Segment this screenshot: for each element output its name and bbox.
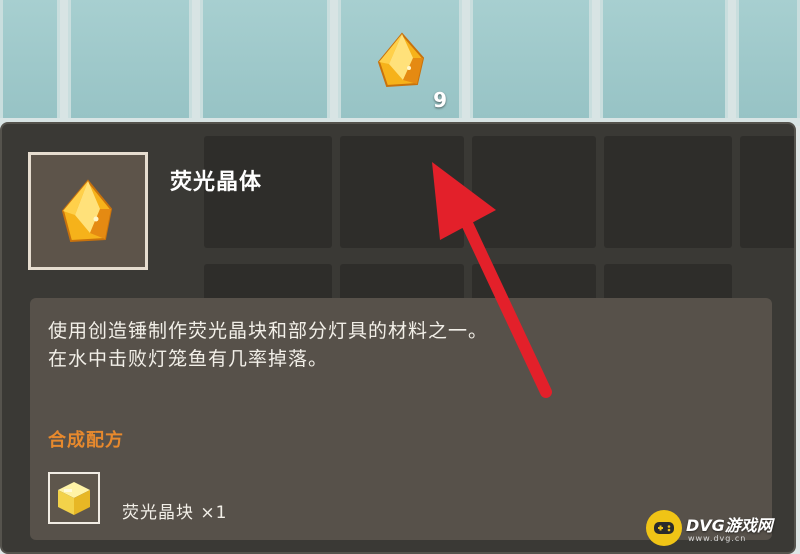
background-slot	[340, 136, 464, 248]
fluorescent-crystal-icon	[61, 179, 113, 243]
recipe-result-icon[interactable]	[48, 472, 100, 524]
inventory-slot[interactable]	[600, 0, 728, 118]
fluorescent-crystal-icon	[377, 32, 425, 88]
description-line: 在水中击败灯笼鱼有几率掉落。	[48, 348, 329, 370]
watermark-brand: DVG游戏网	[686, 516, 773, 535]
background-slot	[604, 136, 732, 248]
inventory-slot[interactable]	[68, 0, 192, 118]
item-tooltip-panel: 荧光晶体 使用创造锤制作荧光晶块和部分灯具的材料之一。 在水中击败灯笼鱼有几率掉…	[0, 122, 796, 554]
inventory-slot-crystal[interactable]: 9	[338, 0, 462, 118]
item-name: 荧光晶体	[170, 170, 263, 195]
recipe-result-label: 荧光晶块 ×1	[122, 503, 228, 523]
fluorescent-block-icon	[58, 482, 90, 515]
inventory-slot[interactable]	[470, 0, 592, 118]
gamepad-logo-icon	[646, 510, 682, 546]
description-box: 使用创造锤制作荧光晶块和部分灯具的材料之一。 在水中击败灯笼鱼有几率掉落。 合成…	[30, 298, 772, 540]
inventory-slot[interactable]	[736, 0, 800, 118]
inventory-row: 9	[0, 0, 800, 126]
recipe-title: 合成配方	[48, 430, 124, 451]
background-slot	[740, 136, 794, 248]
watermark-url: www.dvg.cn	[688, 534, 747, 543]
item-icon-frame	[28, 152, 148, 270]
inventory-slot[interactable]	[0, 0, 60, 118]
background-slot	[472, 136, 596, 248]
slot-count: 9	[433, 88, 447, 112]
description-line: 使用创造锤制作荧光晶块和部分灯具的材料之一。	[48, 320, 489, 342]
watermark: DVG游戏网 www.dvg.cn	[646, 510, 796, 550]
inventory-slot[interactable]	[200, 0, 330, 118]
